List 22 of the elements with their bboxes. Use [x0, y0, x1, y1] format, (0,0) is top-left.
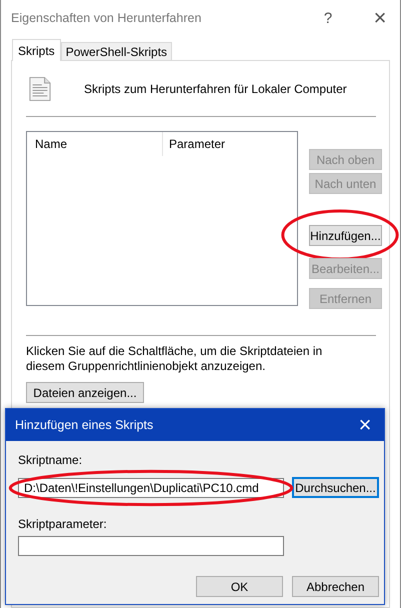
dialog-button[interactable]: OK	[196, 576, 283, 597]
tab[interactable]: PowerShell-Skripts	[60, 42, 172, 60]
column-header[interactable]: Name	[27, 132, 163, 156]
dialog-button[interactable]: Abbrechen	[292, 576, 379, 597]
input-field[interactable]	[18, 536, 284, 556]
browse-button[interactable]: Durchsuchen...	[292, 477, 379, 498]
info-text: Klicken Sie auf die Schaltfläche, um die Skriptdateien in diesem Gruppenrichtlinienobjekt anzuzeigen.	[26, 344, 324, 374]
field-label: Skriptparameter:	[18, 517, 107, 531]
close-button[interactable]: ×	[355, 412, 375, 438]
tab[interactable]: Skripts	[12, 39, 61, 61]
column-header[interactable]: Parameter	[163, 132, 297, 156]
header-text: Skripts zum Herunterfahren für Lokaler Computer	[84, 82, 347, 96]
dialog-title: Hinzufügen eines Skripts	[15, 418, 154, 432]
side-button[interactable]: Hinzufügen...	[309, 225, 382, 246]
script-list[interactable]: Name Parameter	[26, 131, 298, 306]
script-file-icon	[29, 76, 51, 102]
window-title: Eigenschaften von Herunterfahren	[11, 11, 202, 25]
help-button[interactable]: ?	[320, 10, 336, 26]
close-button[interactable]: ×	[370, 5, 390, 31]
show-files-button[interactable]: Dateien anzeigen...	[26, 382, 144, 403]
input-field[interactable]: D:\Daten\!Einstellungen\Duplicati\PC10.cmd	[18, 478, 284, 498]
field-label: Skriptname:	[18, 453, 82, 467]
